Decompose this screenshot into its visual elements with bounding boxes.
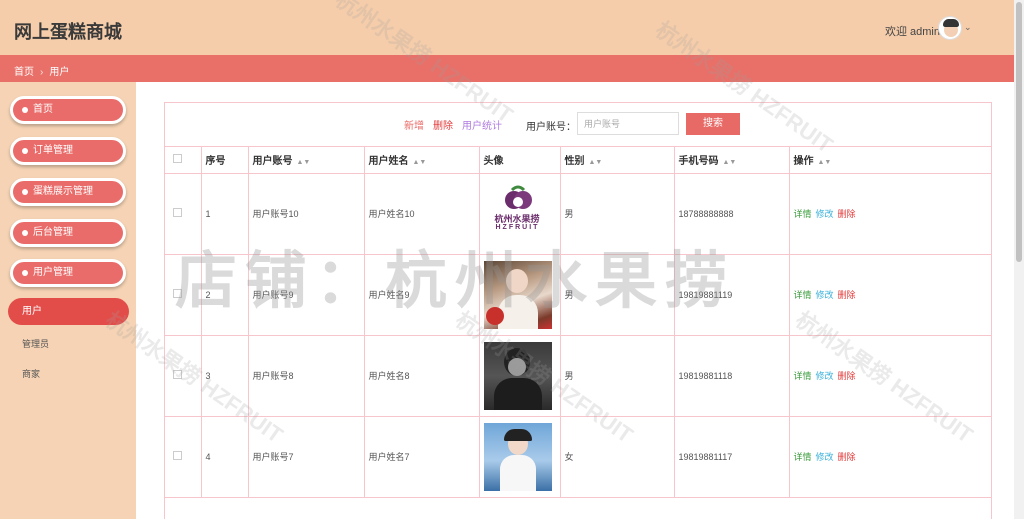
delete-button[interactable]: 删除: [433, 117, 453, 132]
user-table: 序号 用户账号 ▲▼ 用户姓名 ▲▼ 头像 性别 ▲▼ 手机号码 ▲▼ 操作 ▲▼ 1 用…: [165, 147, 991, 498]
cell-phone: 19819881119: [673, 254, 789, 336]
sidebar-item-backend[interactable]: 后台管理: [10, 219, 126, 247]
cell-gender: 男: [559, 335, 674, 417]
breadcrumb-separator: ›: [40, 67, 44, 78]
cell-no: 1: [200, 173, 248, 255]
cell-gender: 男: [559, 173, 674, 255]
delete-button[interactable]: 删除: [838, 452, 856, 462]
avatar-photo-image[interactable]: [483, 341, 552, 410]
avatar-photo-image[interactable]: [483, 422, 552, 491]
breadcrumb: 首页 › 用户: [14, 63, 69, 78]
welcome-text: 欢迎 admin: [884, 26, 940, 38]
cell-account: 用户账号7: [247, 416, 364, 498]
edit-button[interactable]: 修改: [816, 371, 834, 381]
col-header-name[interactable]: 用户姓名 ▲▼: [363, 147, 479, 174]
search-label: 用户账号：: [526, 122, 576, 133]
search-input[interactable]: [577, 112, 679, 135]
table-row: 4 用户账号7 用户姓名7 女 19819881117 详情 修改 删除: [165, 416, 991, 498]
cell-phone: 19819881118: [673, 335, 789, 417]
delete-button[interactable]: 删除: [838, 290, 856, 300]
row-checkbox[interactable]: [173, 370, 182, 379]
col-header-avatar: 头像: [478, 147, 560, 174]
cell-name: 用户姓名9: [363, 254, 479, 336]
cell-gender: 女: [559, 416, 674, 498]
select-all-checkbox[interactable]: [173, 153, 182, 163]
cell-name: 用户姓名10: [363, 173, 479, 255]
top-header: 网上蛋糕商城 欢迎 admin ⌄: [0, 0, 1014, 55]
user-table-panel: 新增 删除 用户统计 用户账号： 搜索 序号 用户账号▲▼ 用户姓名▲▼ 头像 …: [164, 102, 992, 519]
main-content: 新增 删除 用户统计 用户账号： 搜索 序号 用户账号▲▼ 用户姓名▲▼ 头像 …: [136, 82, 1014, 519]
col-header-phone[interactable]: 手机号码 ▲▼: [673, 147, 789, 174]
cell-gender: 男: [559, 254, 674, 336]
search-button[interactable]: 搜索: [686, 113, 740, 135]
edit-button[interactable]: 修改: [816, 209, 834, 219]
site-title: 网上蛋糕商城: [14, 22, 122, 42]
cell-no: 2: [200, 254, 248, 336]
stats-button[interactable]: 用户统计: [462, 117, 502, 132]
table-row: 1 用户账号10 用户姓名10 杭州水果捞 HZFRUIT 男 18788888…: [165, 173, 991, 255]
col-header-no: 序号: [200, 147, 248, 174]
edit-button[interactable]: 修改: [816, 290, 834, 300]
breadcrumb-bar: 首页 › 用户: [0, 55, 1014, 82]
cell-phone: 18788888888: [673, 173, 789, 255]
sort-icon[interactable]: ▲▼: [818, 159, 832, 166]
table-row: 3 用户账号8 用户姓名8 男 19819881118 详情 修改 删除: [165, 335, 991, 417]
logo-text-en: HZFRUIT: [495, 223, 540, 231]
col-header-gender[interactable]: 性别 ▲▼: [559, 147, 674, 174]
detail-button[interactable]: 详情: [794, 290, 812, 300]
row-checkbox[interactable]: [173, 208, 182, 217]
detail-button[interactable]: 详情: [794, 209, 812, 219]
detail-button[interactable]: 详情: [794, 371, 812, 381]
sidebar-subitem-users[interactable]: 用户: [8, 298, 129, 325]
cell-name: 用户姓名8: [363, 335, 479, 417]
cell-account: 用户账号8: [247, 335, 364, 417]
vertical-scrollbar[interactable]: [1014, 0, 1024, 519]
scrollbar-thumb[interactable]: [1016, 2, 1022, 262]
cell-account: 用户账号9: [247, 254, 364, 336]
sort-icon[interactable]: ▲▼: [413, 159, 427, 166]
chevron-down-icon[interactable]: ⌄: [964, 22, 972, 33]
sort-icon[interactable]: ▲▼: [589, 159, 603, 166]
avatar-photo-image[interactable]: [483, 260, 552, 329]
table-body: 1 用户账号10 用户姓名10 杭州水果捞 HZFRUIT 男 18788888…: [165, 173, 991, 498]
sidebar-item-user-mgmt[interactable]: 用户管理: [10, 259, 126, 287]
sort-icon[interactable]: ▲▼: [723, 159, 737, 166]
avatar-logo-image[interactable]: 杭州水果捞 HZFRUIT: [484, 180, 552, 248]
sidebar-item-orders[interactable]: 订单管理: [10, 137, 126, 165]
row-checkbox[interactable]: [173, 289, 182, 298]
delete-button[interactable]: 删除: [838, 209, 856, 219]
breadcrumb-current: 用户: [49, 67, 70, 78]
row-checkbox[interactable]: [173, 451, 182, 460]
sidebar-subitem-admins[interactable]: 管理员: [22, 337, 49, 350]
add-button[interactable]: 新增: [404, 117, 424, 132]
detail-button[interactable]: 详情: [794, 452, 812, 462]
edit-button[interactable]: 修改: [816, 452, 834, 462]
sidebar-item-home[interactable]: 首页: [10, 96, 126, 124]
user-avatar[interactable]: [938, 16, 962, 40]
cell-no: 3: [200, 335, 248, 417]
sidebar-item-cakes[interactable]: 蛋糕展示管理: [10, 178, 126, 206]
cell-name: 用户姓名7: [363, 416, 479, 498]
toolbar: 新增 删除 用户统计 用户账号： 搜索: [165, 103, 991, 147]
cell-account: 用户账号10: [247, 173, 364, 255]
table-row: 2 用户账号9 用户姓名9 男 19819881119 详情 修改 删除: [165, 254, 991, 336]
breadcrumb-home[interactable]: 首页: [14, 67, 34, 78]
table-header-row: 序号 用户账号 ▲▼ 用户姓名 ▲▼ 头像 性别 ▲▼ 手机号码 ▲▼ 操作 ▲▼: [165, 147, 991, 174]
col-header-actions[interactable]: 操作 ▲▼: [788, 147, 991, 174]
sort-icon[interactable]: ▲▼: [297, 159, 311, 166]
sidebar-subitem-merchants[interactable]: 商家: [22, 367, 40, 380]
cell-no: 4: [200, 416, 248, 498]
col-header-account[interactable]: 用户账号 ▲▼: [247, 147, 364, 174]
cell-phone: 19819881117: [673, 416, 789, 498]
delete-button[interactable]: 删除: [838, 371, 856, 381]
